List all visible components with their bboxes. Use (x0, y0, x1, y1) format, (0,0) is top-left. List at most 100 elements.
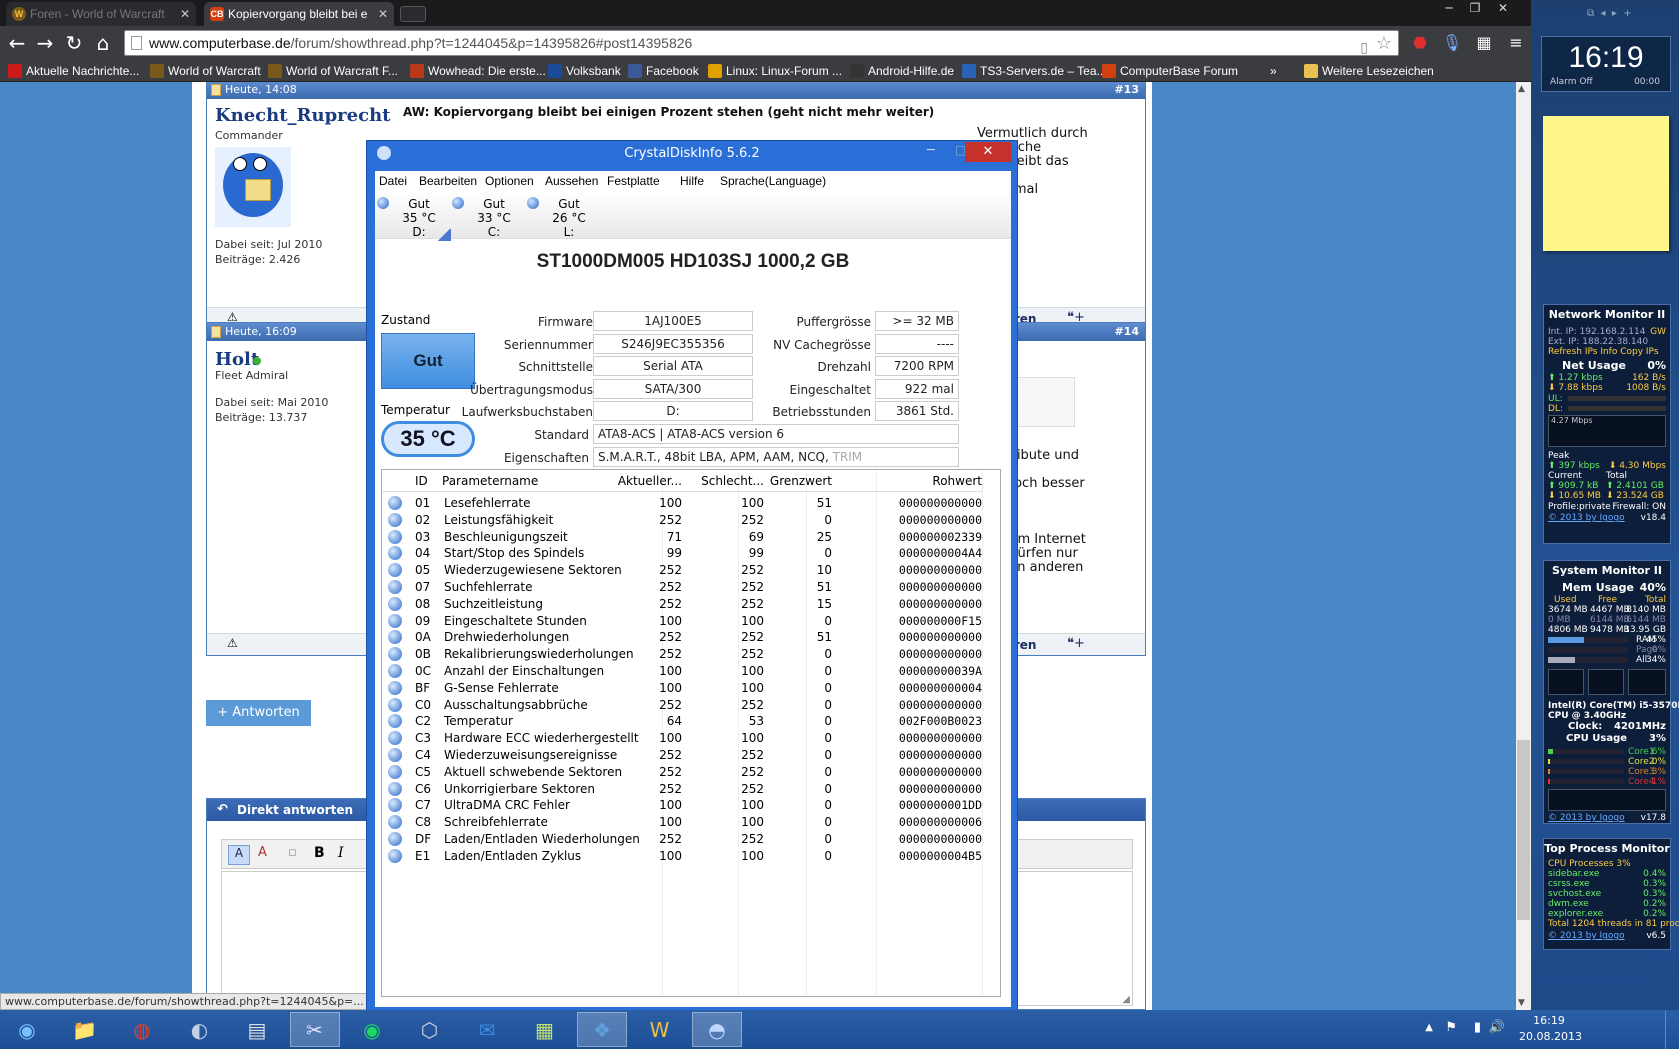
tray-expand-icon[interactable]: ▲ (1425, 1022, 1433, 1033)
health-status[interactable]: Gut (381, 333, 475, 389)
bookmarks-overflow-icon[interactable]: » (1270, 62, 1277, 80)
scrollbar-thumb[interactable] (1517, 740, 1530, 920)
show-desktop-button[interactable] (1665, 1010, 1679, 1049)
smart-row[interactable]: 03 Beschleunigungszeit 71 69 25 000000002339 (382, 528, 982, 546)
top-process-monitor-gadget[interactable]: Top Process Monitor CPU Processes 3% Tot… (1543, 838, 1679, 950)
address-bar[interactable]: www.computerbase.de/forum/showthread.php… (124, 30, 1399, 56)
scroll-up-icon[interactable]: ▲ (1518, 84, 1525, 94)
smart-row[interactable]: 0A Drehwiederholungen 252 252 51 000000000000 (382, 628, 982, 646)
bookmark-item[interactable]: World of Warcraft F... (268, 62, 398, 80)
page-action-icon[interactable]: ▯ (1360, 35, 1368, 59)
smart-row[interactable]: 02 Leistungsfähigkeit 252 252 0 000000000000 (382, 511, 982, 529)
bookmark-item[interactable]: Linux: Linux-Forum ... (708, 62, 842, 80)
italic-icon[interactable]: I (338, 845, 344, 861)
post-number[interactable]: #13 (1114, 82, 1139, 99)
network-monitor-gadget[interactable]: Network Monitor II Int. IP: 192.168.2.11… (1543, 304, 1671, 544)
menu-icon[interactable]: ≡ (1504, 31, 1528, 55)
smart-row[interactable]: 07 Suchfehlerrate 252 252 51 000000000000 (382, 578, 982, 596)
action-center-icon[interactable]: ⚑ (1445, 1020, 1457, 1035)
calendar-icon[interactable]: ▦ (1472, 31, 1496, 55)
menu-bearbeiten[interactable]: Bearbeiten (419, 171, 477, 191)
temperature-value[interactable]: 35 °C (381, 421, 475, 457)
bookmark-item[interactable]: Volksbank (548, 62, 621, 80)
smart-row[interactable]: 01 Lesefehlerrate 100 100 51 000000000000 (382, 494, 982, 512)
copyright-link[interactable]: © 2013 by Igogo (1548, 813, 1625, 823)
app-icon[interactable] (377, 146, 391, 160)
sidebar-controls[interactable]: ⧉ ◂ ▸ + (1587, 8, 1632, 19)
menu-sprachelanguage[interactable]: Sprache(Language) (720, 171, 826, 191)
bookmark-item[interactable]: TS3-Servers.de – Tea... (962, 62, 1107, 80)
page-scrollbar[interactable]: ▲ ▼ (1516, 82, 1531, 1010)
smart-row[interactable]: C3 Hardware ECC wiederhergestellt 100 100 0 0… (382, 729, 982, 747)
bookmark-item[interactable]: Aktuelle Nachrichte... (8, 62, 139, 80)
ip-links[interactable]: Refresh IPs Info Copy IPs (1548, 347, 1659, 357)
smart-row[interactable]: C8 Schreibfehlerrate 100 100 0 000000000006 (382, 813, 982, 831)
smart-row[interactable]: BF G-Sense Fehlerrate 100 100 0 000000000004 (382, 679, 982, 697)
smart-row[interactable]: 0B Rekalibrierungswiederholungen 252 252 0 00… (382, 645, 982, 663)
smart-row[interactable]: 08 Suchzeitleistung 252 252 15 000000000000 (382, 595, 982, 613)
smart-table[interactable]: ID Parametername Aktueller... Schlecht... Gr… (381, 469, 1001, 997)
bookmark-item[interactable]: Wowhead: Die erste... (410, 62, 546, 80)
explorer-icon[interactable]: 📁 (60, 1012, 110, 1047)
reply-button[interactable]: + Antworten (206, 700, 311, 726)
smart-row[interactable]: 05 Wiederzugewiesene Sektoren 252 252 10 0000… (382, 561, 982, 579)
minimize-button[interactable]: ─ (927, 143, 935, 158)
forward-icon[interactable]: → (32, 30, 58, 56)
menu-hilfe[interactable]: Hilfe (680, 171, 704, 191)
new-tab-button[interactable] (400, 6, 426, 22)
smart-row[interactable]: 09 Eingeschaltete Stunden 100 100 0 000000000… (382, 612, 982, 630)
clock-gadget[interactable]: 16:19 Alarm Off 00:00 (1541, 36, 1671, 92)
report-icon[interactable]: ⚠ (227, 636, 238, 650)
chrome-icon[interactable]: ◍ (117, 1012, 167, 1047)
network-app-icon[interactable]: ⬡ (405, 1012, 455, 1047)
col-header-name[interactable]: Parametername (442, 470, 538, 492)
col-header-threshold[interactable]: Grenzwert (770, 470, 832, 492)
post-number[interactable]: #14 (1114, 323, 1139, 341)
avatar[interactable] (215, 147, 291, 227)
smart-row[interactable]: C7 UltraDMA CRC Fehler 100 100 0 0000000001DD (382, 796, 982, 814)
smart-row[interactable]: C6 Unkorrigierbare Sektoren 252 252 0 0000000… (382, 780, 982, 798)
font-icon[interactable]: A (228, 845, 250, 865)
bookmark-item[interactable]: Facebook (628, 62, 699, 80)
microphone-icon[interactable]: 🎙 (1440, 31, 1464, 55)
smart-row[interactable]: C5 Aktuell schwebende Sektoren 252 252 0 0000… (382, 763, 982, 781)
menu-optionen[interactable]: Optionen (485, 171, 534, 191)
bookmark-item[interactable]: ComputerBase Forum (1102, 62, 1238, 80)
bookmark-item[interactable]: World of Warcraft (150, 62, 261, 80)
tab-computerbase[interactable]: CB Kopiervorgang bleibt bei e ✕ (204, 2, 394, 26)
smart-row[interactable]: 04 Start/Stop des Spindels 99 99 0 0000000004… (382, 544, 982, 562)
bold-icon[interactable]: B (314, 845, 325, 861)
drive-button-1[interactable]: Gut 33 °C C: (452, 195, 522, 239)
spotify-icon[interactable]: ◉ (347, 1012, 397, 1047)
battlenet-icon[interactable]: ❖ (577, 1012, 627, 1047)
start-orb-icon[interactable]: ◉ (2, 1012, 52, 1047)
minimize-button[interactable]: ─ (1436, 0, 1462, 18)
back-icon[interactable]: ← (4, 30, 30, 56)
volume-icon[interactable]: 🔊 (1489, 1020, 1505, 1035)
tab-wow-forum[interactable]: W Foren - World of Warcraft ✕ (6, 2, 196, 26)
col-header-current[interactable]: Aktueller... (618, 470, 682, 492)
font-color-icon[interactable]: A (258, 845, 267, 860)
reload-icon[interactable]: ↻ (61, 30, 87, 56)
bookmark-star-icon[interactable]: ☆ (1376, 31, 1392, 55)
scroll-down-icon[interactable]: ▼ (1518, 998, 1525, 1008)
col-header-worst[interactable]: Schlecht... (701, 470, 764, 492)
crystaldisk-icon[interactable]: ◓ (692, 1012, 742, 1047)
smart-row[interactable]: C4 Wiederzuweisungsereignisse 252 252 0 00000… (382, 746, 982, 764)
col-header-id[interactable]: ID (415, 470, 428, 492)
taskbar-time[interactable]: 16:19 (1519, 1014, 1579, 1027)
sticky-note-gadget[interactable] (1543, 116, 1669, 251)
multiquote-icon[interactable]: ❝+ (1067, 636, 1085, 651)
smart-row[interactable]: E1 Laden/Entladen Zyklus 100 100 0 0000000004… (382, 847, 982, 865)
close-button[interactable]: ✕ (965, 142, 1011, 162)
smart-row[interactable]: C2 Temperatur 64 53 0 002F000B0023 (382, 712, 982, 730)
col-header-raw[interactable]: Rohwert (932, 470, 982, 492)
smart-row[interactable]: C0 Ausschaltungsabbrüche 252 252 0 0000000000… (382, 696, 982, 714)
other-bookmarks[interactable]: Weitere Lesezeichen (1304, 62, 1434, 80)
menu-aussehen[interactable]: Aussehen (545, 171, 598, 191)
outlook-icon[interactable]: ✉ (462, 1012, 512, 1047)
smart-row[interactable]: DF Laden/Entladen Wiederholungen 252 252 0 00… (382, 830, 982, 848)
close-window-button[interactable]: ✕ (1490, 0, 1516, 18)
taskbar-date[interactable]: 20.08.2013 (1519, 1030, 1582, 1043)
adblock-icon[interactable]: ⬣ (1408, 31, 1432, 55)
